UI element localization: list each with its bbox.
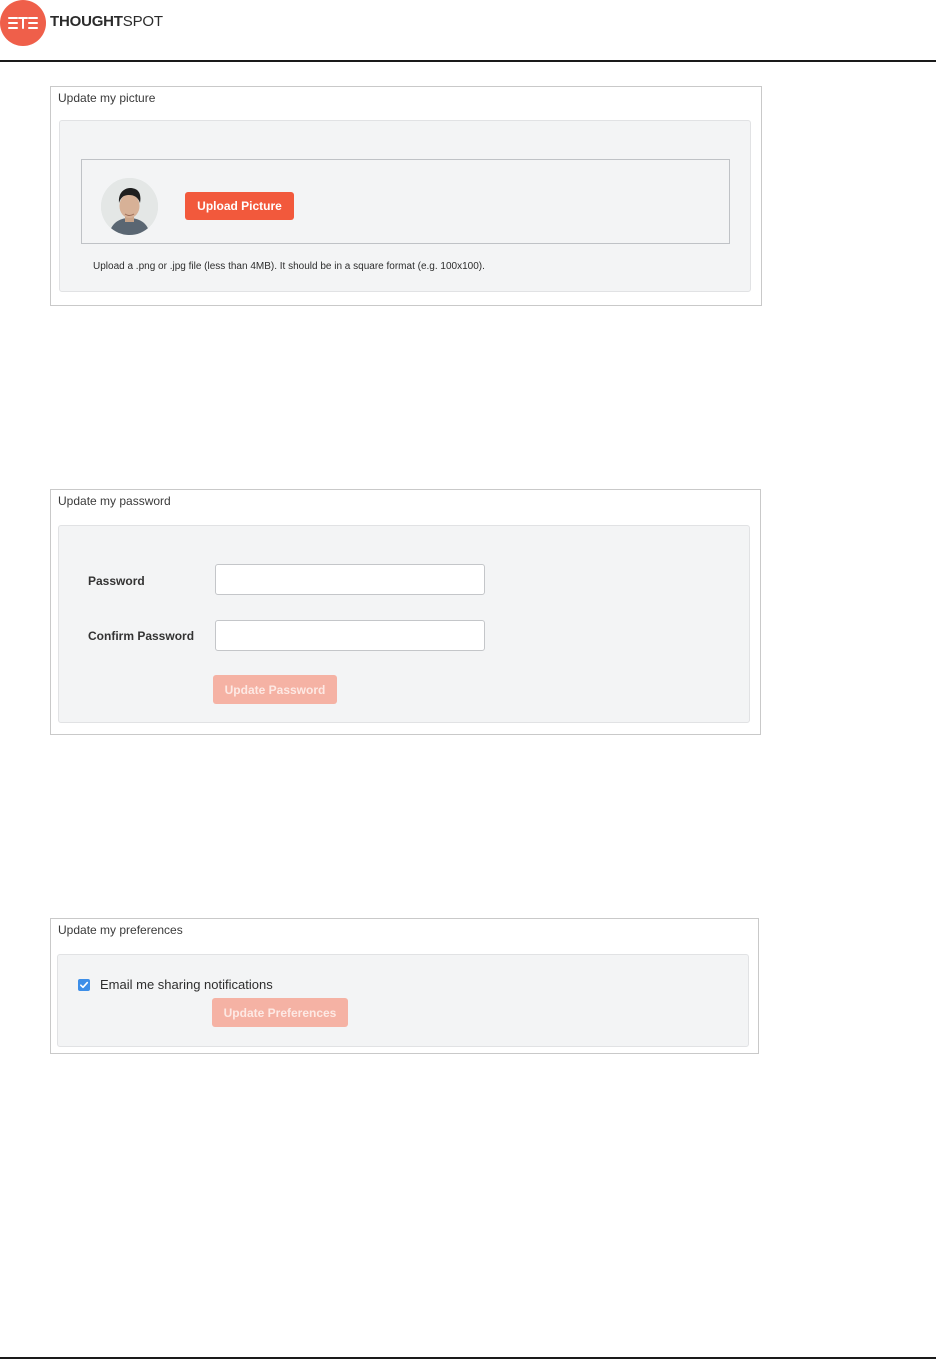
password-panel-body: Password Confirm Password Update Passwor… — [58, 525, 750, 723]
header-divider — [0, 60, 936, 62]
avatar — [101, 178, 158, 235]
preferences-panel-body: Email me sharing notifications Update Pr… — [57, 954, 749, 1047]
picture-panel-body: Upload Picture Upload a .png or .jpg fil… — [59, 120, 751, 292]
update-password-button[interactable]: Update Password — [213, 675, 337, 704]
email-notifications-label[interactable]: Email me sharing notifications — [100, 977, 273, 992]
picture-panel: Update my picture Upload Picture Upload … — [50, 86, 762, 306]
password-input[interactable] — [215, 564, 485, 595]
picture-panel-title: Update my picture — [58, 91, 156, 105]
picture-dropzone: Upload Picture — [81, 159, 730, 244]
preferences-panel: Update my preferences Email me sharing n… — [50, 918, 759, 1054]
password-panel: Update my password Password Confirm Pass… — [50, 489, 761, 735]
preferences-panel-title: Update my preferences — [58, 923, 183, 937]
confirm-password-input[interactable] — [215, 620, 485, 651]
password-panel-title: Update my password — [58, 494, 171, 508]
checkmark-icon — [80, 981, 89, 989]
upload-help-text: Upload a .png or .jpg file (less than 4M… — [93, 261, 485, 272]
update-preferences-button[interactable]: Update Preferences — [212, 998, 348, 1027]
document-header: THOUGHTSPOT — [0, 0, 936, 62]
thoughtspot-wordmark: THOUGHTSPOT — [50, 13, 163, 30]
email-notifications-checkbox[interactable] — [78, 979, 90, 991]
password-label: Password — [88, 574, 145, 588]
thoughtspot-logo-icon — [0, 0, 46, 46]
upload-picture-button[interactable]: Upload Picture — [185, 192, 294, 220]
confirm-password-label: Confirm Password — [88, 629, 195, 643]
footer-divider — [0, 1357, 936, 1359]
